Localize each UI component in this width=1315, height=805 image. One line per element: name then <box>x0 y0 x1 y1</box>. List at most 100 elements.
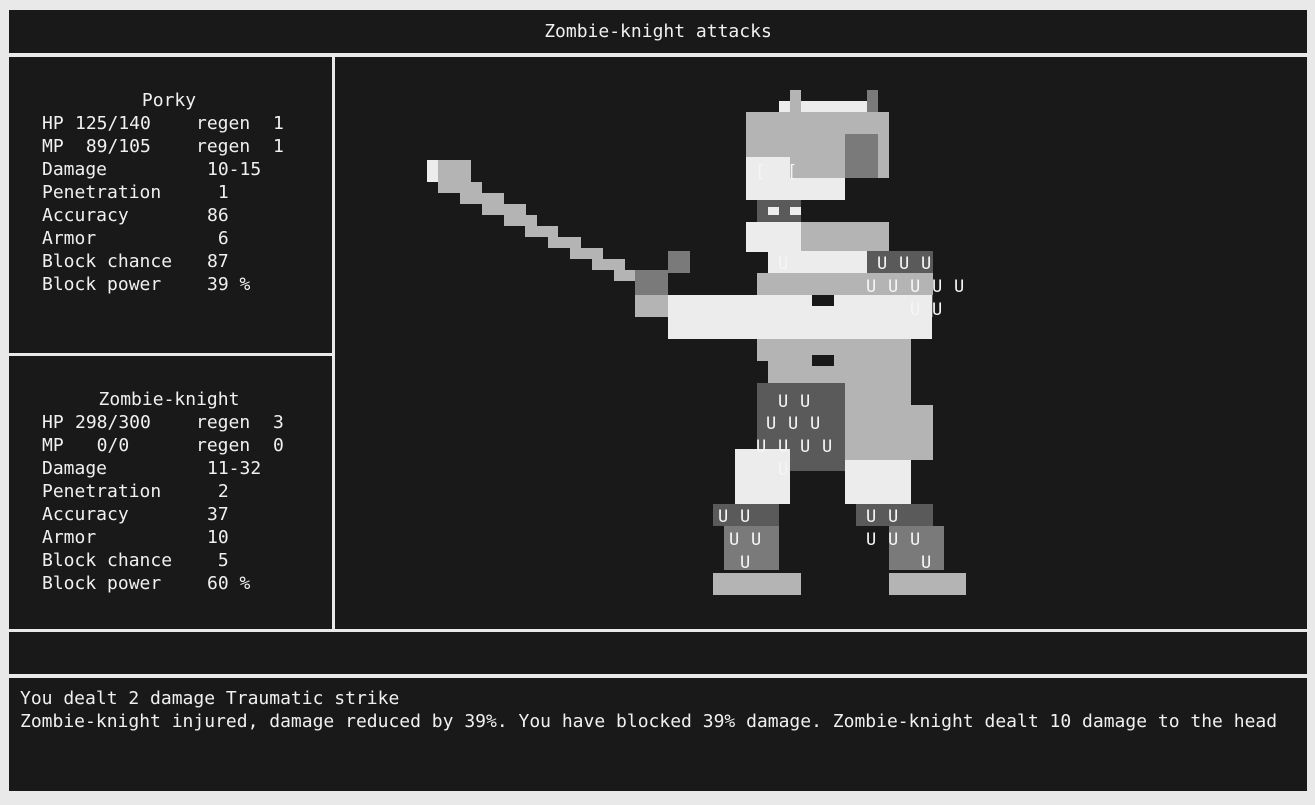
chainmail-glyph: U <box>910 300 920 320</box>
chainmail-glyph: U <box>910 277 920 297</box>
chainmail-glyph: U <box>800 392 810 412</box>
player-name: Porky <box>141 90 197 111</box>
eye-glyph: [ <box>787 162 797 182</box>
stat-value: 89/105 <box>75 136 151 157</box>
stat-value: 10 <box>207 527 229 548</box>
arm <box>668 295 932 339</box>
stat-label: HP <box>42 113 64 134</box>
chainmail-glyph: U <box>718 507 728 527</box>
stat-label: MP <box>42 435 64 456</box>
chainmail-glyph: U <box>888 277 898 297</box>
regen-value: 3 <box>273 412 284 433</box>
stat-value: 5 <box>207 550 229 571</box>
chainmail-glyph: U <box>932 277 942 297</box>
chainmail-glyph: U <box>888 530 898 550</box>
boot-left-sole <box>713 573 801 595</box>
stat-value: 0/0 <box>75 435 130 456</box>
chainmail-glyph: U <box>899 254 909 274</box>
chainmail-glyph: U <box>778 460 788 480</box>
chainmail-glyph: U <box>778 254 788 274</box>
stat-label: HP <box>42 412 64 433</box>
chainmail-glyph: U <box>921 553 931 573</box>
log-line: You dealt 2 damage Traumatic strike <box>20 688 400 709</box>
hand <box>635 295 668 317</box>
chainmail-glyph: U <box>729 530 739 550</box>
stat-value: 39 % <box>207 274 251 295</box>
stat-value: 37 <box>207 504 229 525</box>
chainmail-glyph: U <box>822 437 832 457</box>
tooth <box>790 207 801 215</box>
stat-value: 87 <box>207 251 229 272</box>
chainmail-glyph: U <box>751 530 761 550</box>
chainmail-glyph: U <box>800 437 810 457</box>
boot-right-sole <box>889 573 966 595</box>
stat-value: 60 % <box>207 573 251 594</box>
stat-label: Armor <box>42 228 97 249</box>
regen-label: regen <box>196 136 251 157</box>
face <box>746 157 790 179</box>
chainmail-glyph: U <box>766 414 776 434</box>
chainmail-glyph: U <box>921 254 931 274</box>
chainmail-glyph: U <box>910 530 920 550</box>
chainmail-glyph: U <box>932 300 942 320</box>
stat-value: 10-15 <box>207 159 262 180</box>
tooth <box>768 207 779 215</box>
chin-light <box>746 222 801 252</box>
chainmail-glyph: U <box>866 530 876 550</box>
stat-label: Accuracy <box>42 504 129 525</box>
enemy-sprite-panel: [[U U U U U U U U U U U U U U U U U U U U U U U U U U U U U U U U <box>335 57 1307 629</box>
stat-label: Damage <box>42 458 108 479</box>
chainmail-glyph: U <box>866 277 876 297</box>
gap <box>812 295 834 306</box>
sword-guard <box>668 251 690 273</box>
regen-value: 1 <box>273 136 284 157</box>
stat-value: 86 <box>207 205 229 226</box>
sword-blade <box>570 248 603 259</box>
chainmail-glyph: U <box>877 254 887 274</box>
stat-label: Accuracy <box>42 205 129 226</box>
stat-value: 6 <box>207 228 229 249</box>
stat-value: 298/300 <box>75 412 151 433</box>
sword-blade <box>592 259 625 270</box>
chainmail-glyph: U <box>788 414 798 434</box>
sword-blade <box>525 226 558 237</box>
stat-value: 125/140 <box>75 113 151 134</box>
log-line: Zombie-knight injured, damage reduced by… <box>20 711 1278 732</box>
stat-label: Damage <box>42 159 108 180</box>
sword-tip <box>427 160 438 182</box>
regen-value: 1 <box>273 113 284 134</box>
chainmail-glyph: U <box>866 507 876 527</box>
helmet-horn <box>867 90 878 112</box>
enemy-stats-panel: Zombie-knight HP 298/300 regen 3 MP 0/0 regen… <box>9 356 332 629</box>
title-bar: Zombie-knight attacks <box>9 10 1307 53</box>
chainmail-glyph: U <box>756 437 766 457</box>
enemy-name: Zombie-knight <box>98 389 240 410</box>
stat-label: Penetration <box>42 481 162 502</box>
stat-label: Block chance <box>42 550 173 571</box>
stat-label: Armor <box>42 527 97 548</box>
regen-label: regen <box>196 113 251 134</box>
sword-blade <box>438 182 482 193</box>
chainmail-glyph: U <box>810 414 820 434</box>
chainmail-glyph: U <box>778 437 788 457</box>
gap <box>812 355 834 366</box>
helmet-horn <box>790 90 801 112</box>
chainmail-glyph: U <box>888 507 898 527</box>
sword-blade <box>504 215 537 226</box>
stat-label: MP <box>42 136 64 157</box>
chainmail-glyph: U <box>740 507 750 527</box>
sword-blade <box>460 193 504 204</box>
torso-upper <box>757 273 933 295</box>
leg-right <box>845 460 911 504</box>
stat-value: 11-32 <box>207 458 262 479</box>
stat-label: Block chance <box>42 251 173 272</box>
player-stats-panel: Porky HP 125/140 regen 1 MP 89/105 regen 1 Dama… <box>9 57 332 353</box>
stat-value: 1 <box>207 182 229 203</box>
stat-label: Block power <box>42 573 162 594</box>
skirt <box>845 405 933 460</box>
sword-blade <box>482 204 526 215</box>
regen-value: 0 <box>273 435 284 456</box>
regen-label: regen <box>196 412 251 433</box>
zombie-knight-sprite: [[U U U UU U U U UU UU UU U UU U U UUU UU UUU UU U UU <box>427 90 966 595</box>
stat-label: Block power <box>42 274 162 295</box>
